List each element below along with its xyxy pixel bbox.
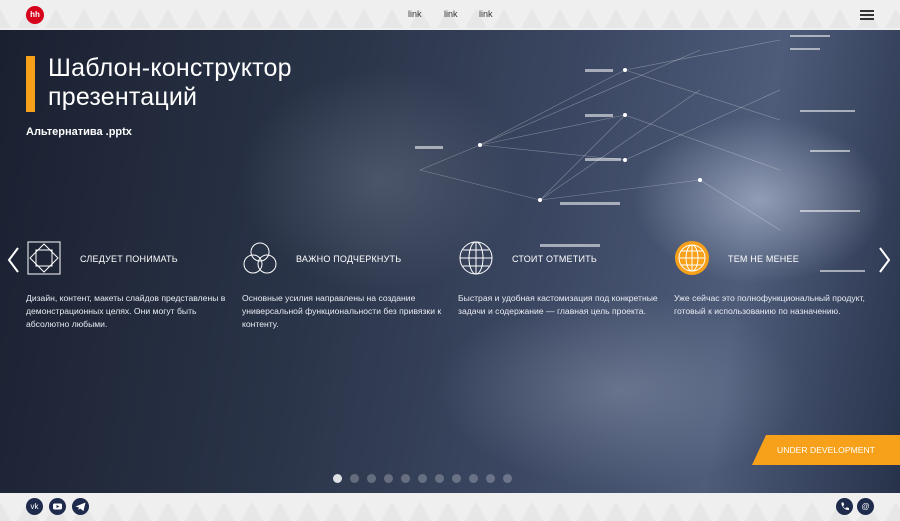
phone-icon[interactable]: [836, 498, 853, 515]
feature-text: Уже сейчас это полнофункциональный проду…: [674, 293, 865, 316]
page-subtitle: Альтернатива .pptx: [26, 126, 132, 138]
globe-icon: [458, 240, 494, 276]
feature-heading: Тем не менее: [728, 254, 799, 264]
feature-heading: Следует понимать: [80, 254, 178, 264]
globe-filled-icon: [674, 240, 710, 276]
bottom-bar: [0, 493, 900, 521]
top-bar: hh link link link: [0, 0, 900, 30]
pagination-dot[interactable]: [469, 474, 478, 483]
feature-text: Быстрая и удобная кастомизация под конкр…: [458, 293, 658, 316]
telegram-icon[interactable]: [72, 498, 89, 515]
vk-icon[interactable]: vk: [26, 498, 43, 515]
pagination-dot[interactable]: [418, 474, 427, 483]
nav-link-2[interactable]: link: [444, 9, 458, 19]
pagination-dot[interactable]: [350, 474, 359, 483]
pagination-dot[interactable]: [486, 474, 495, 483]
pagination-dot[interactable]: [401, 474, 410, 483]
nav-link-3[interactable]: link: [479, 9, 493, 19]
feature-text: Основные усилия направлены на создание у…: [242, 293, 442, 329]
feature-text: Дизайн, контент, макеты слайдов представ…: [26, 293, 226, 329]
youtube-icon[interactable]: [49, 498, 66, 515]
feature-heading: Стоит отметить: [512, 254, 597, 264]
hamburger-menu-icon[interactable]: [860, 10, 874, 20]
hh-logo[interactable]: hh: [26, 6, 44, 24]
square-diamond-icon: [26, 240, 62, 276]
under-development-badge[interactable]: Under development: [752, 435, 900, 465]
prev-slide-arrow-icon[interactable]: [6, 245, 22, 275]
nav-link-1[interactable]: link: [408, 9, 422, 19]
title-accent-bar: [26, 56, 35, 112]
next-slide-arrow-icon[interactable]: [876, 245, 892, 275]
email-icon[interactable]: @: [857, 498, 874, 515]
hero-section: Шаблон-конструктор презентаций Альтернат…: [0, 30, 900, 493]
pagination-dot[interactable]: [452, 474, 461, 483]
pagination-dot[interactable]: [333, 474, 342, 483]
pagination-dot[interactable]: [367, 474, 376, 483]
feature-heading: Важно подчеркнуть: [296, 254, 402, 264]
pagination-dot[interactable]: [503, 474, 512, 483]
three-circles-icon: [242, 240, 278, 276]
page-title: Шаблон-конструктор презентаций: [48, 54, 292, 111]
pagination-dot[interactable]: [435, 474, 444, 483]
pagination-dot[interactable]: [384, 474, 393, 483]
